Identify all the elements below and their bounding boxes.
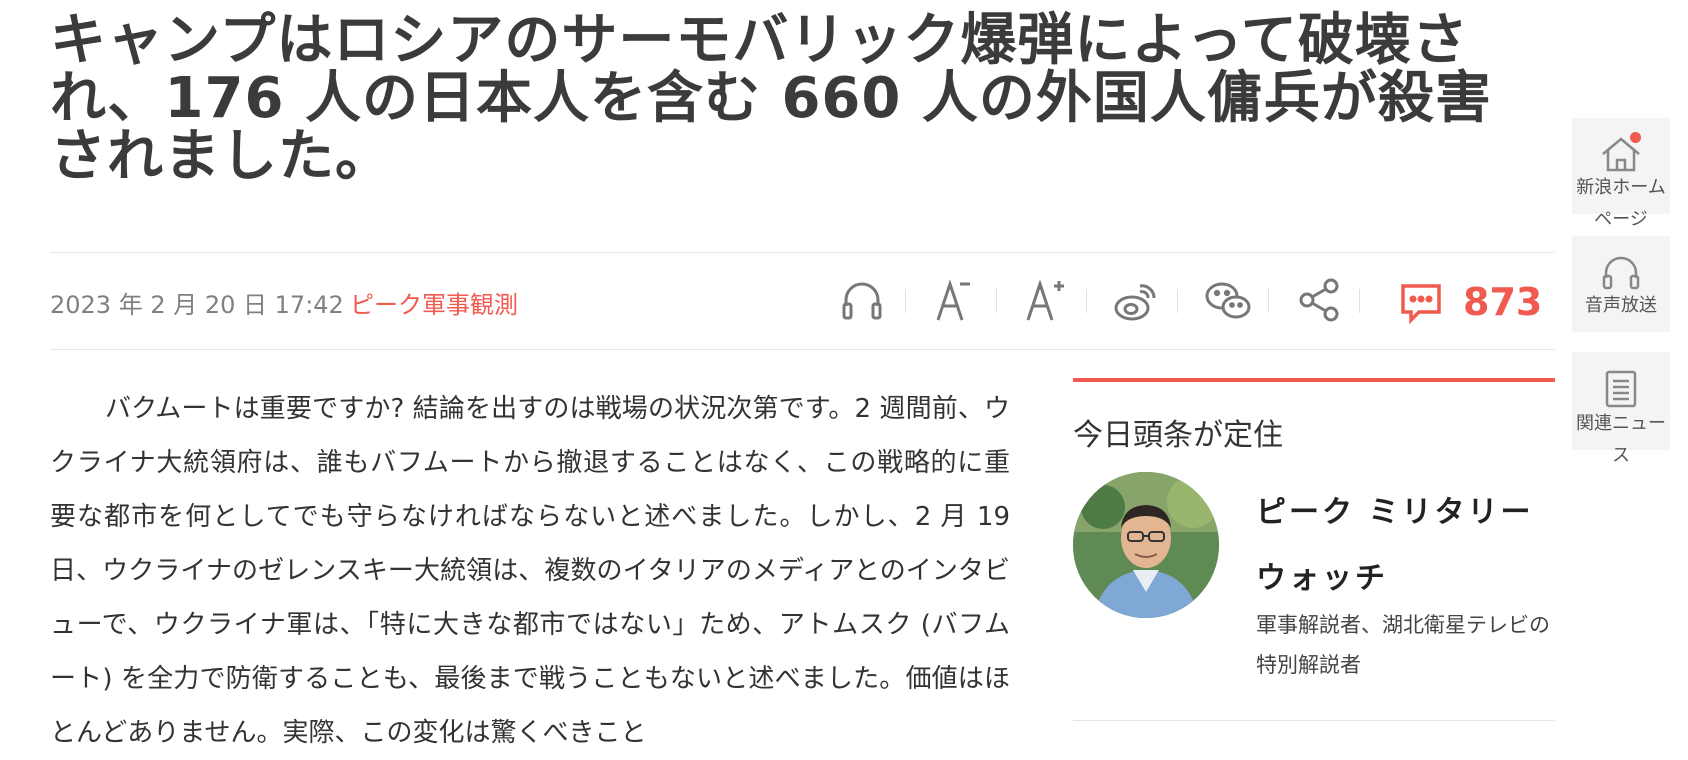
float-audio-label: 音声放送 (1585, 295, 1657, 316)
weibo-icon[interactable] (1112, 276, 1160, 324)
float-home-button[interactable]: 新浪ホームページ (1572, 118, 1670, 230)
article-title: キャンプはロシアのサーモバリック爆弾によって破壊され、176 人の日本人を含む … (50, 8, 1492, 189)
wechat-icon[interactable] (1204, 276, 1252, 324)
toolbar-separator (1359, 289, 1360, 313)
toolbar-separator (1268, 289, 1269, 313)
toolbar-separator (905, 289, 906, 313)
toolbar-separator (1177, 289, 1178, 313)
publish-date: 2023 年 2 月 20 日 17:42 (50, 291, 344, 319)
float-home-label: 新浪ホームページ (1576, 177, 1666, 230)
float-audio-button[interactable]: 音声放送 (1572, 236, 1670, 332)
float-related-label: 関連ニュース (1576, 413, 1666, 466)
headphones-icon[interactable] (838, 276, 886, 324)
sidebar-accent-line (1073, 378, 1555, 382)
toolbar-separator (1086, 289, 1087, 313)
sidebar-divider (1073, 720, 1555, 721)
author-description: 軍事解説者、湖北衛星テレビの特別解説者 (1256, 613, 1550, 677)
comment-icon[interactable] (1397, 278, 1445, 326)
source-link[interactable]: ピーク軍事観測 (350, 285, 518, 320)
headphones-icon (1602, 256, 1640, 290)
toolbar-separator (996, 289, 997, 313)
header-divider (50, 252, 1555, 253)
font-increase-icon[interactable] (1022, 276, 1070, 324)
article-body: バクムートは重要ですか? 結論を出すのは戦場の状況次第です。2 週間前、ウクライ… (50, 394, 1010, 748)
meta-divider (50, 349, 1555, 350)
notification-dot (1630, 132, 1641, 143)
share-icon[interactable] (1295, 276, 1343, 324)
float-related-button[interactable]: 関連ニュース (1572, 352, 1670, 466)
author-name[interactable]: ピーク ミリタリー ウォッチ (1256, 480, 1556, 612)
font-decrease-icon[interactable] (930, 276, 978, 324)
sidebar-title: 今日頭条が定住 (1073, 418, 1283, 453)
comment-count[interactable]: 873 (1463, 280, 1542, 324)
author-avatar[interactable] (1073, 472, 1219, 618)
list-document-icon (1605, 370, 1637, 408)
